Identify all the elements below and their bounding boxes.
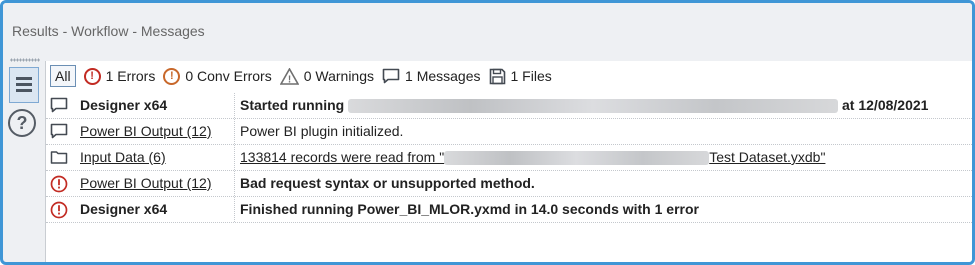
column-divider bbox=[234, 93, 235, 118]
list-view-button[interactable] bbox=[9, 67, 39, 103]
filter-toolbar: All ! 1 Errors ! 0 Conv Errors ! 0 Warni… bbox=[46, 65, 972, 87]
filter-all-label: All bbox=[55, 68, 71, 84]
redacted-path bbox=[348, 99, 839, 114]
message-icon bbox=[382, 68, 400, 84]
column-divider bbox=[234, 145, 235, 170]
filter-all-button[interactable]: All bbox=[50, 65, 76, 87]
error-icon bbox=[50, 175, 68, 193]
filter-warnings-label: 0 Warnings bbox=[303, 68, 375, 84]
row-error-message: Finished running Power_BI_MLOR.yxmd in 1… bbox=[240, 201, 699, 217]
table-row[interactable]: Designer x64 Started running at 12/08/20… bbox=[46, 93, 972, 119]
row-message: Started running at 12/08/2021 bbox=[240, 97, 929, 114]
table-row[interactable]: Power BI Output (12) Bad request syntax … bbox=[46, 171, 972, 197]
filter-messages-label: 1 Messages bbox=[405, 68, 481, 84]
row-message-prefix: Started running bbox=[240, 97, 345, 113]
error-icon: ! bbox=[83, 67, 101, 85]
row-tool-link[interactable]: Input Data (6) bbox=[80, 149, 166, 165]
row-tool-link[interactable]: Power BI Output (12) bbox=[80, 123, 212, 139]
filter-errors-label: 1 Errors bbox=[105, 68, 156, 84]
window-title: Results - Workflow - Messages bbox=[12, 23, 205, 39]
filter-conv-errors-button[interactable]: ! 0 Conv Errors bbox=[163, 65, 272, 87]
row-tool-name: Designer x64 bbox=[80, 201, 168, 217]
redacted-path bbox=[444, 151, 710, 166]
messages-table: Designer x64 Started running at 12/08/20… bbox=[46, 93, 972, 223]
filter-errors-button[interactable]: ! 1 Errors bbox=[83, 65, 156, 87]
row-error-message: Bad request syntax or unsupported method… bbox=[240, 175, 535, 191]
messages-panel: All ! 1 Errors ! 0 Conv Errors ! 0 Warni… bbox=[45, 61, 972, 262]
row-message-prefix: 133814 records were read from " bbox=[240, 149, 445, 165]
svg-text:!: ! bbox=[288, 74, 291, 85]
filter-conv-errors-label: 0 Conv Errors bbox=[185, 68, 272, 84]
column-divider bbox=[234, 119, 235, 144]
filter-files-label: 1 Files bbox=[510, 68, 552, 84]
table-row[interactable]: Power BI Output (12) Power BI plugin ini… bbox=[46, 119, 972, 145]
save-file-icon bbox=[489, 68, 506, 85]
drag-grip-icon[interactable] bbox=[10, 58, 40, 62]
row-message-suffix: Test Dataset.yxdb" bbox=[709, 149, 826, 165]
title-bar: Results - Workflow - Messages bbox=[3, 3, 972, 43]
message-icon bbox=[50, 123, 68, 141]
table-row[interactable]: Designer x64 Finished running Power_BI_M… bbox=[46, 197, 972, 223]
folder-icon bbox=[50, 149, 68, 167]
filter-files-button[interactable]: 1 Files bbox=[489, 65, 552, 87]
row-message-suffix: at 12/08/2021 bbox=[842, 97, 929, 113]
row-file-link[interactable]: 133814 records were read from " Test Data… bbox=[240, 149, 826, 166]
row-tool-name: Designer x64 bbox=[80, 97, 168, 113]
filter-warnings-button[interactable]: ! 0 Warnings bbox=[279, 65, 375, 87]
error-icon bbox=[50, 201, 68, 219]
column-divider bbox=[234, 197, 235, 222]
message-icon bbox=[50, 97, 68, 115]
column-divider bbox=[234, 171, 235, 196]
row-tool-link[interactable]: Power BI Output (12) bbox=[80, 175, 212, 191]
row-message: Power BI plugin initialized. bbox=[240, 123, 404, 139]
table-row[interactable]: Input Data (6) 133814 records were read … bbox=[46, 145, 972, 171]
conversion-error-icon: ! bbox=[163, 67, 181, 85]
warning-icon: ! bbox=[279, 66, 300, 85]
results-window: Results - Workflow - Messages ? All ! 1 … bbox=[0, 0, 975, 265]
help-icon[interactable]: ? bbox=[8, 109, 36, 137]
filter-messages-button[interactable]: 1 Messages bbox=[382, 65, 481, 87]
